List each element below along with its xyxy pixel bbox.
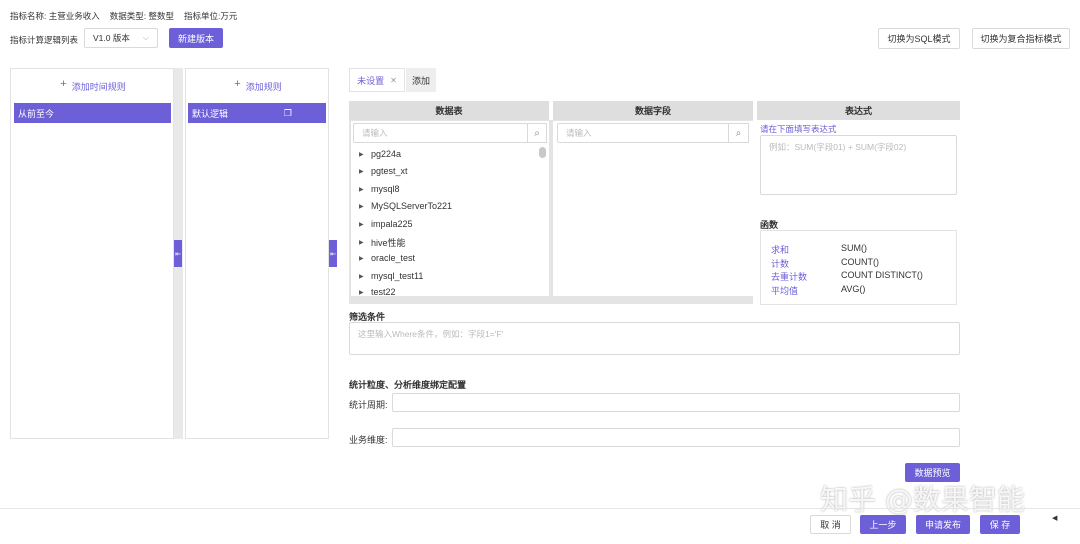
functions-panel: 求和 SUM() 计数 COUNT() 去重计数 COUNT DISTINCT(… [760, 230, 957, 305]
tab-add[interactable]: 添加 [406, 68, 436, 92]
caret-right-icon: ▶ [359, 289, 364, 296]
function-name[interactable]: 去重计数 [771, 270, 807, 283]
expression-column-header: 表达式 [757, 101, 960, 120]
indicator-info: 指标名称: 主营业务收入 数据类型: 整数型 指标单位:万元 [10, 10, 237, 22]
table-list-panel: 请输入 ⌕ ▶ pg224a ▶ pgtest_xt ▶ mysql8 ▶ MySQLS… [351, 121, 549, 296]
caret-right-icon: ▶ [359, 186, 364, 193]
period-input[interactable] [392, 393, 960, 412]
table-item[interactable]: ▶ test22 [359, 288, 396, 296]
function-expr[interactable]: COUNT() [841, 257, 879, 267]
tab-unset[interactable]: 未设置 ✕ [349, 68, 405, 92]
collapse-icon: ⇤ [330, 250, 336, 258]
watermark: 知乎 @数果智能 [820, 483, 1025, 516]
filter-placeholder: 这里输入Where条件，例如：字段1='F' [358, 329, 504, 339]
data-type: 数据类型: 整数型 [109, 11, 174, 21]
filter-textarea[interactable]: 这里输入Where条件，例如：字段1='F' [349, 322, 960, 355]
function-name[interactable]: 平均值 [771, 284, 798, 297]
field-search-input[interactable]: 请输入 [557, 123, 729, 143]
expression-hint: 请在下面填写表达式 [760, 124, 837, 134]
version-list-label: 指标计算逻辑列表 [10, 35, 79, 45]
copy-icon[interactable]: ❐ [284, 108, 292, 119]
table-item[interactable]: ▶ mysql8 [359, 184, 400, 194]
add-time-rule-button[interactable]: + 添加时间规则 [11, 78, 175, 93]
plus-icon: + [60, 78, 67, 90]
caret-right-icon: ▶ [359, 151, 364, 158]
close-icon[interactable]: ✕ [390, 76, 397, 85]
collapse-rules-handle[interactable]: ⇤ [329, 240, 337, 267]
plus-icon: + [234, 78, 241, 90]
table-item[interactable]: ▶ mysql_test11 [359, 271, 423, 281]
rules-panel: + 添加规则 默认逻辑 ❐ [185, 68, 329, 439]
function-expr[interactable]: SUM() [841, 243, 867, 253]
table-item[interactable]: ▶ impala225 [359, 219, 413, 229]
sql-mode-button[interactable]: 切换为SQL模式 [878, 28, 960, 49]
table-item[interactable]: ▶ MySQLServerTo221 [359, 201, 452, 211]
indicator-name: 指标名称: 主营业务收入 [10, 11, 100, 21]
table-item-label: oracle_test [371, 253, 416, 263]
add-rule-button[interactable]: + 添加规则 [186, 78, 330, 93]
function-expr[interactable]: COUNT DISTINCT() [841, 270, 923, 280]
collapse-icon: ⇤ [175, 250, 181, 258]
tab-unset-label: 未设置 [357, 75, 385, 86]
rule-item[interactable]: 默认逻辑 ❐ [188, 103, 326, 123]
table-item[interactable]: ▶ pg224a [359, 149, 401, 159]
composite-mode-button[interactable]: 切换为复合指标模式 [972, 28, 1070, 49]
cancel-button[interactable]: 取 消 [810, 515, 851, 534]
add-time-rule-label: 添加时间规则 [71, 82, 126, 92]
new-version-button[interactable]: 新建版本 [169, 28, 223, 48]
table-item-label: pgtest_xt [371, 166, 408, 176]
field-list-panel: 请输入 ⌕ [553, 121, 753, 296]
table-item-label: MySQLServerTo221 [371, 201, 453, 211]
add-rule-label: 添加规则 [245, 82, 282, 92]
caret-right-icon: ▶ [359, 273, 364, 280]
indicator-unit: 指标单位:万元 [183, 11, 238, 21]
table-search-placeholder: 请输入 [362, 128, 388, 138]
function-name[interactable]: 求和 [771, 243, 789, 256]
granularity-title: 统计粒度、分析维度绑定配置 [349, 380, 467, 390]
dimension-input[interactable] [392, 428, 960, 447]
period-label: 统计周期: [349, 400, 388, 410]
expression-placeholder: 例如：SUM(字段01) + SUM(字段02) [769, 142, 907, 152]
tab-add-label: 添加 [411, 75, 430, 86]
table-list-scrollbar[interactable] [539, 147, 546, 158]
expression-textarea[interactable]: 例如：SUM(字段01) + SUM(字段02) [760, 135, 957, 195]
dimension-label: 业务维度: [349, 435, 388, 445]
field-search-placeholder: 请输入 [566, 128, 592, 138]
field-column-header: 数据字段 [553, 101, 753, 120]
table-item-label: impala225 [371, 219, 413, 229]
search-icon[interactable]: ⌕ [728, 123, 749, 143]
table-column-header: 数据表 [349, 101, 549, 120]
search-icon[interactable]: ⌕ [527, 123, 547, 143]
prev-step-button[interactable]: 上一步 [860, 515, 906, 534]
caret-right-icon: ▶ [359, 240, 364, 246]
caret-left-icon[interactable]: ◀ [1052, 514, 1057, 522]
table-item-label: test22 [371, 288, 396, 296]
function-expr[interactable]: AVG() [841, 284, 865, 294]
chevron-down-icon: ⌵ [142, 33, 149, 42]
caret-right-icon: ▶ [359, 203, 364, 210]
caret-right-icon: ▶ [359, 255, 364, 262]
rule-label: 默认逻辑 [192, 108, 229, 119]
version-select[interactable]: V1.0 版本 ⌵ [84, 28, 158, 48]
table-item-label: hive性能 [371, 238, 406, 248]
table-item[interactable]: ▶ hive性能 [359, 236, 406, 249]
time-rule-item[interactable]: 从前至今 [14, 103, 171, 123]
time-rule-label: 从前至今 [18, 108, 55, 119]
collapse-time-rules-handle[interactable]: ⇤ [174, 240, 182, 267]
table-item-label: mysql_test11 [371, 271, 424, 281]
time-rules-panel: + 添加时间规则 从前至今 [10, 68, 174, 439]
apply-publish-button[interactable]: 申请发布 [916, 515, 970, 534]
table-item[interactable]: ▶ pgtest_xt [359, 166, 408, 176]
table-item[interactable]: ▶ oracle_test [359, 253, 415, 263]
table-item-label: pg224a [371, 149, 402, 159]
function-name[interactable]: 计数 [771, 257, 789, 270]
caret-right-icon: ▶ [359, 168, 364, 175]
version-select-value: V1.0 版本 [93, 33, 130, 43]
save-button[interactable]: 保 存 [980, 515, 1020, 534]
table-item-label: mysql8 [371, 184, 400, 194]
table-search-input[interactable]: 请输入 [353, 123, 528, 143]
footer-divider [0, 508, 1080, 509]
caret-right-icon: ▶ [359, 221, 364, 228]
